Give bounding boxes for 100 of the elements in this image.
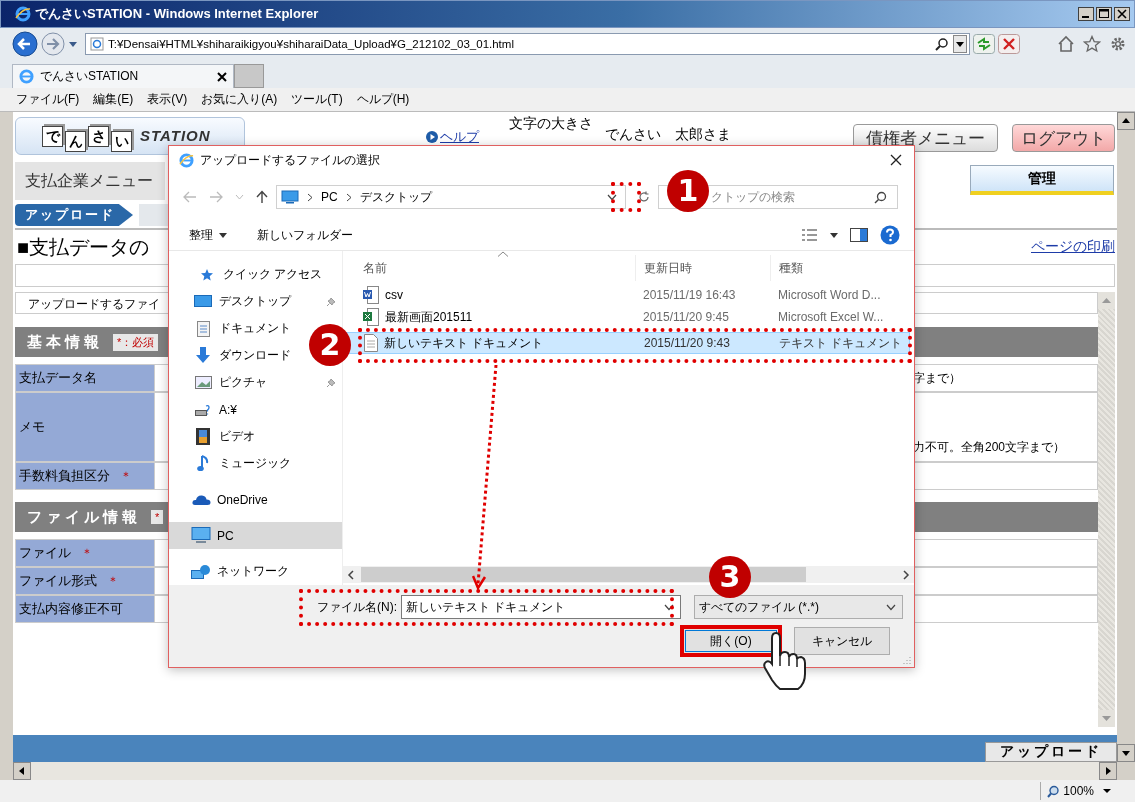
chevron-right-icon bbox=[345, 192, 352, 202]
nav-item[interactable]: ネットワーク bbox=[169, 558, 293, 585]
nav-item[interactable]: ダウンロード bbox=[169, 342, 295, 369]
file-type-dropdown[interactable]: すべてのファイル (*.*) bbox=[694, 595, 903, 619]
sort-caret-icon bbox=[497, 251, 509, 257]
nav-item[interactable]: PC bbox=[169, 522, 342, 549]
menu-item[interactable]: 表示(V) bbox=[147, 91, 188, 108]
search-icon[interactable] bbox=[935, 37, 949, 51]
column-header[interactable]: 種類 bbox=[770, 255, 914, 281]
menu-item[interactable]: ツール(T) bbox=[291, 91, 343, 108]
menu-item[interactable]: お気に入り(A) bbox=[201, 91, 278, 108]
resize-grip-icon[interactable] bbox=[903, 656, 911, 664]
field-label: ファイル bbox=[19, 544, 71, 562]
document-icon bbox=[196, 320, 210, 337]
drive-icon bbox=[195, 403, 211, 416]
preview-pane-icon[interactable] bbox=[850, 228, 868, 242]
view-options-icon[interactable] bbox=[802, 229, 818, 241]
breadcrumb-step bbox=[139, 204, 169, 226]
up-arrow-icon[interactable] bbox=[256, 190, 268, 204]
path-field[interactable]: PC デスクトップ bbox=[276, 185, 626, 209]
scroll-left-icon[interactable] bbox=[13, 762, 31, 780]
star-icon[interactable] bbox=[1083, 35, 1101, 53]
required-note: *：必須 bbox=[113, 333, 159, 351]
star-icon bbox=[200, 267, 214, 282]
path-crumb[interactable]: PC bbox=[321, 190, 338, 204]
file-name-label: ファイル名(N): bbox=[317, 598, 397, 616]
text-file-icon bbox=[364, 334, 378, 352]
stop-icon[interactable] bbox=[998, 34, 1020, 54]
network-icon bbox=[191, 563, 211, 580]
browser-tab[interactable]: でんさいSTATION bbox=[12, 64, 234, 88]
dropdown-icon[interactable] bbox=[953, 35, 967, 53]
scroll-left-icon[interactable] bbox=[347, 569, 355, 580]
nav-item[interactable]: クイック アクセス bbox=[169, 261, 327, 288]
close-icon[interactable] bbox=[890, 154, 902, 166]
nav-item[interactable]: ミュージック bbox=[169, 450, 295, 477]
page-tab[interactable]: 管理 bbox=[970, 165, 1114, 195]
nav-item[interactable]: ビデオ bbox=[169, 423, 259, 450]
caret-icon[interactable] bbox=[68, 40, 78, 48]
scroll-right-icon[interactable] bbox=[902, 569, 910, 580]
chevron-right-icon bbox=[307, 192, 313, 202]
upload-button[interactable]: アップロード bbox=[985, 742, 1117, 762]
print-link[interactable]: ページの印刷 bbox=[1031, 238, 1115, 256]
close-icon[interactable] bbox=[217, 71, 227, 82]
zoom-icon bbox=[1047, 784, 1061, 798]
close-icon[interactable] bbox=[1114, 7, 1130, 21]
help-link[interactable]: ヘルプ bbox=[426, 128, 479, 146]
address-field[interactable]: T:¥Densai¥HTML¥shiharaikigyou¥shiharaiData_Upload¥G_212102_03_01.html bbox=[85, 33, 970, 55]
caret-icon bbox=[219, 232, 227, 238]
maximize-icon[interactable] bbox=[1096, 7, 1112, 21]
open-button[interactable]: 開く(O) bbox=[680, 625, 782, 657]
page-heading: ■支払データの bbox=[16, 234, 150, 260]
logo-text: STATION bbox=[140, 128, 211, 144]
zoom-control[interactable]: 100% bbox=[1040, 782, 1117, 800]
refresh-icon[interactable] bbox=[973, 34, 995, 54]
nav-item[interactable]: ピクチャ bbox=[169, 369, 342, 396]
site-logo[interactable]: で ん さ い STATION bbox=[15, 117, 245, 155]
file-name-field[interactable]: 新しいテキスト ドキュメント bbox=[401, 595, 681, 619]
minimize-icon[interactable] bbox=[1078, 7, 1094, 21]
logo-block: ん bbox=[65, 130, 86, 152]
browser-logo-icon bbox=[15, 6, 31, 22]
path-crumb[interactable]: デスクトップ bbox=[359, 188, 432, 206]
scroll-right-icon[interactable] bbox=[1099, 762, 1117, 780]
organize-menu[interactable]: 整理 bbox=[189, 226, 213, 244]
menu-item[interactable]: ファイル(F) bbox=[16, 91, 80, 108]
required-note: * bbox=[151, 510, 164, 524]
dotted-highlight bbox=[611, 182, 641, 212]
back-icon[interactable] bbox=[12, 31, 38, 57]
monitor-icon bbox=[191, 527, 211, 544]
column-header[interactable]: 更新日時 bbox=[635, 255, 770, 281]
settings-icon[interactable] bbox=[1109, 35, 1127, 53]
help-icon[interactable] bbox=[880, 225, 900, 245]
section-title: ファイル情報 bbox=[27, 507, 141, 527]
search-icon bbox=[874, 190, 887, 204]
field-label: 手数料負担区分 bbox=[19, 467, 110, 485]
home-icon[interactable] bbox=[1057, 35, 1075, 53]
menu-item[interactable]: ヘルプ(H) bbox=[356, 91, 410, 108]
column-header[interactable]: 名前 bbox=[343, 255, 635, 281]
required-mark: ＊ bbox=[81, 544, 93, 562]
logout-button[interactable]: ログアウト bbox=[1012, 124, 1115, 152]
new-folder-button[interactable]: 新しいフォルダー bbox=[257, 226, 353, 244]
refresh-icon[interactable] bbox=[638, 191, 650, 203]
nav-item[interactable]: ドキュメント bbox=[169, 315, 295, 342]
menu-title: 支払企業メニュー bbox=[15, 162, 165, 200]
file-type: テキスト ドキュメント bbox=[778, 334, 904, 352]
field-label: メモ bbox=[19, 418, 45, 436]
nav-item[interactable]: A:¥ bbox=[169, 396, 241, 423]
scroll-up-icon[interactable] bbox=[1117, 112, 1135, 130]
scrollbar[interactable] bbox=[13, 762, 1117, 780]
play-icon bbox=[426, 131, 438, 143]
menu-item[interactable]: 編集(E) bbox=[93, 91, 134, 108]
nav-item[interactable]: OneDrive bbox=[169, 486, 272, 513]
scroll-down-icon[interactable] bbox=[1117, 744, 1135, 762]
scrollbar[interactable] bbox=[1117, 112, 1135, 762]
picture-icon bbox=[194, 376, 212, 389]
file-date: 2015/11/20 9:43 bbox=[643, 336, 731, 350]
chevron-down-icon[interactable] bbox=[607, 193, 617, 201]
field-label: ファイル形式 bbox=[19, 572, 97, 590]
caret-icon[interactable] bbox=[830, 232, 838, 238]
cancel-button[interactable]: キャンセル bbox=[794, 627, 890, 655]
logo-block: で bbox=[42, 125, 63, 147]
